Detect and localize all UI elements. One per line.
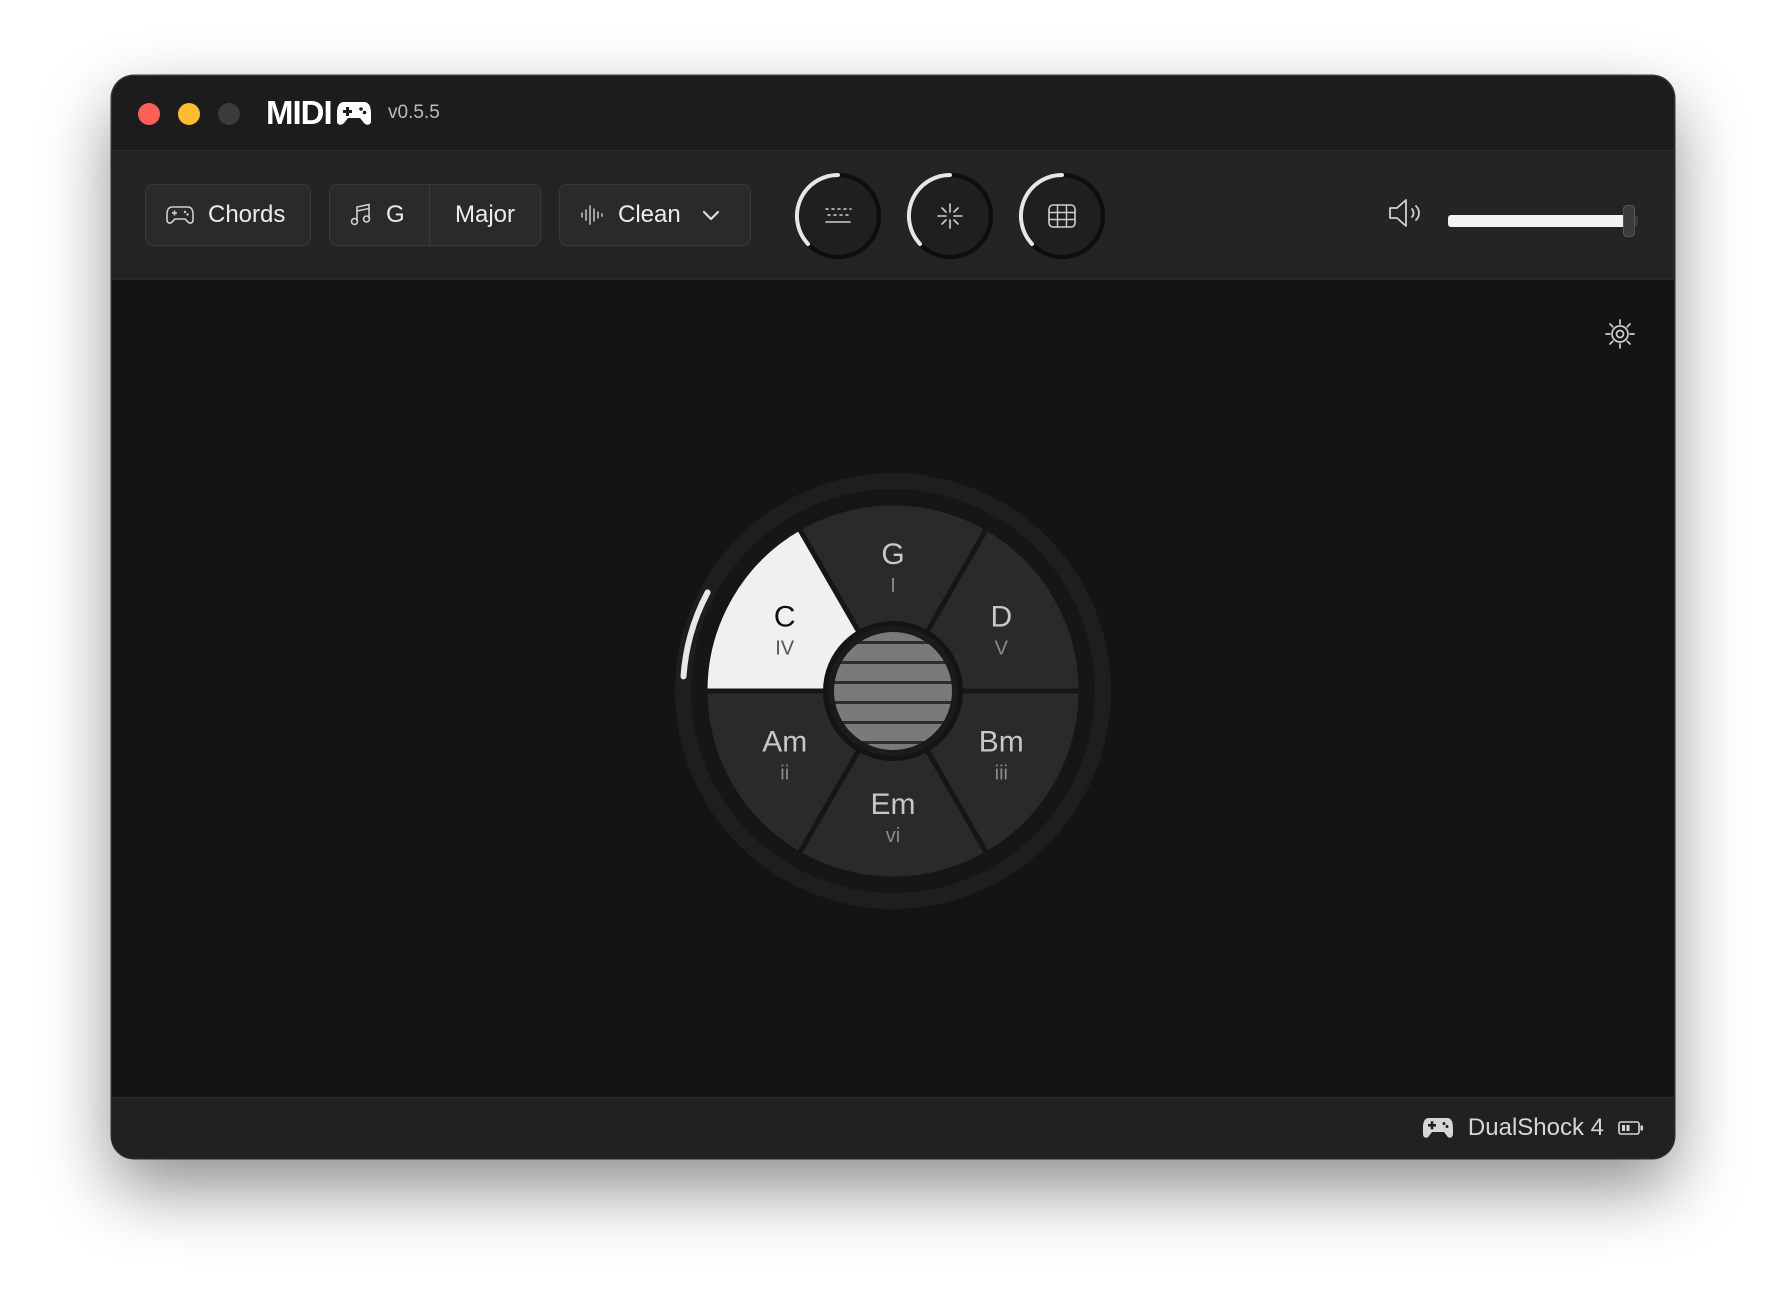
minimize-window-button[interactable] xyxy=(178,103,200,125)
close-window-button[interactable] xyxy=(138,103,160,125)
volume-fill xyxy=(1448,215,1629,227)
title-bar: MIDI v0.5.5 xyxy=(112,76,1674,151)
key-root-label: G xyxy=(386,201,405,228)
key-selector: G Major xyxy=(329,184,541,246)
waveform-icon xyxy=(581,205,603,225)
chord-label: Am xyxy=(762,726,807,759)
key-root-button[interactable]: G xyxy=(330,185,430,245)
settings-gear-icon[interactable] xyxy=(1604,318,1636,350)
zoom-window-button[interactable] xyxy=(218,103,240,125)
version-label: v0.5.5 xyxy=(388,102,440,123)
hub-stripe xyxy=(831,681,955,684)
battery-low-icon xyxy=(1618,1121,1643,1135)
keyboard-dial[interactable] xyxy=(794,172,882,260)
gamepad-icon xyxy=(1422,1118,1453,1138)
chord-label: Em xyxy=(871,788,916,821)
hub-stripe xyxy=(831,721,955,724)
chord-numeral: vi xyxy=(886,825,900,847)
hub-stripe xyxy=(831,701,955,704)
sparkle-dial[interactable] xyxy=(906,172,994,260)
volume-thumb[interactable] xyxy=(1622,205,1635,237)
gamepad-logo-icon xyxy=(336,102,371,125)
sparkle-dial-ring xyxy=(906,172,993,259)
app-window: MIDI v0.5.5 Chords G Major Clean G I D V… xyxy=(112,76,1674,1158)
chevron-down-icon xyxy=(702,210,719,221)
chord-label: C xyxy=(774,601,796,634)
gamepad-icon xyxy=(166,206,194,224)
chord-label: G xyxy=(881,538,904,571)
volume-icon xyxy=(1389,199,1420,227)
chord-numeral: I xyxy=(890,575,896,597)
chord-wheel: GI DV Bm iii Em vi Am ii C IV xyxy=(675,473,1111,909)
chord-label: D xyxy=(990,601,1012,634)
hub-stripe xyxy=(831,661,955,664)
mode-label: Chords xyxy=(208,201,286,228)
main-area: G I D V Bm iii Em vi Am ii C IV xyxy=(112,280,1674,1098)
controller-name: DualShock 4 xyxy=(1467,1114,1604,1141)
key-scale-label: Major xyxy=(454,201,515,228)
app-logo-text: MIDI xyxy=(266,94,333,131)
key-scale-button[interactable]: Major xyxy=(430,185,540,245)
toolbar: Chords G Major Clean xyxy=(112,151,1674,280)
sound-dropdown[interactable]: Clean xyxy=(559,184,751,246)
music-note-icon xyxy=(350,203,371,226)
chord-numeral: V xyxy=(995,638,1009,660)
chord-numeral: IV xyxy=(775,638,795,660)
mode-button[interactable]: Chords xyxy=(145,184,311,246)
chord-numeral: ii xyxy=(780,763,789,785)
grid-dial[interactable] xyxy=(1018,172,1106,260)
controller-status: DualShock 4 xyxy=(1422,1110,1644,1146)
chord-label: Bm xyxy=(979,726,1024,759)
app-logo: MIDI xyxy=(266,94,372,132)
grid-dial-ring xyxy=(1018,172,1105,259)
status-bar: DualShock 4 xyxy=(112,1097,1674,1158)
keyboard-dial-ring xyxy=(794,172,881,259)
sound-label: Clean xyxy=(618,201,681,228)
volume-slider[interactable] xyxy=(1448,205,1638,237)
chord-numeral: iii xyxy=(995,763,1008,785)
